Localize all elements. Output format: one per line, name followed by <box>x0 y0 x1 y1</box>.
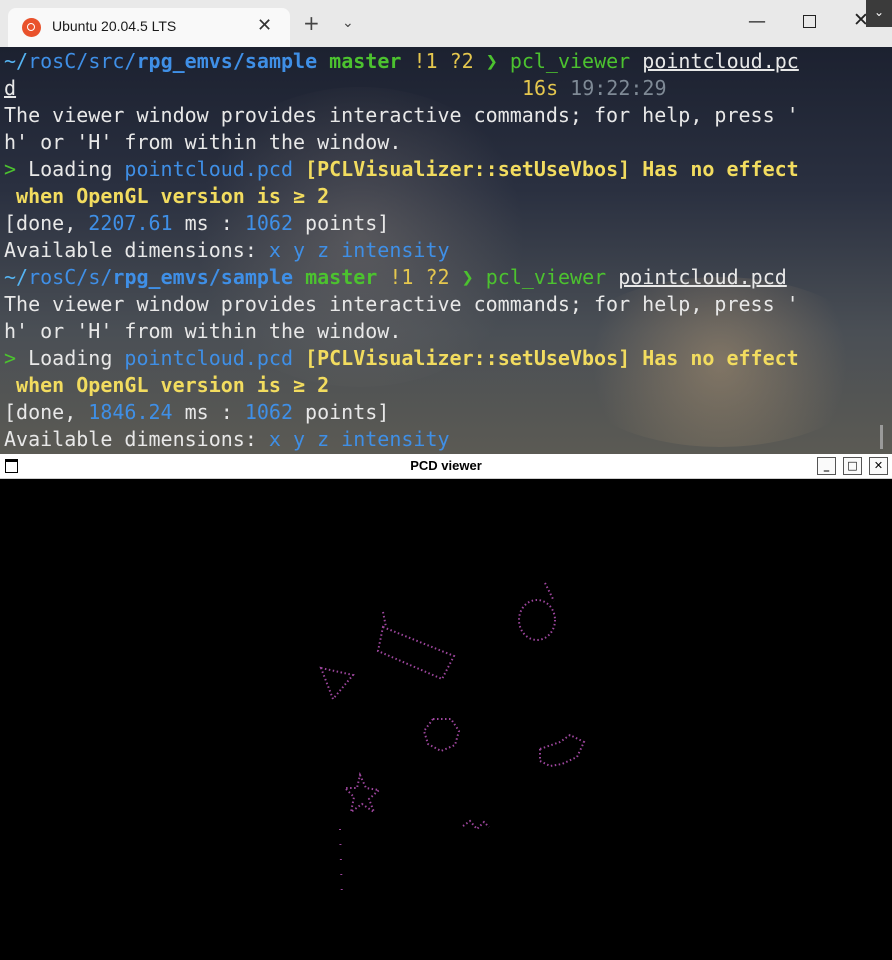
terminal-output[interactable]: ~/rosC/src/rpg_emvs/sample master !1 ?2 … <box>0 47 892 454</box>
point-cloud-blob <box>539 733 586 768</box>
point-cloud-circle <box>518 599 556 641</box>
terminal-scrollbar[interactable] <box>880 425 883 449</box>
point-cloud-triangle <box>319 666 355 701</box>
point-cloud-render <box>319 582 586 900</box>
prompt-line: ~/rosC/src/rpg_emvs/sample master !1 ?2 … <box>4 49 799 73</box>
output-line: Available dimensions: x y z intensity <box>4 427 450 451</box>
window-minimize-button[interactable]: — <box>748 11 766 32</box>
output-line: > Loading pointcloud.pcd [PCLVisualizer:… <box>4 157 799 181</box>
pcd-viewer-title: PCD viewer <box>410 458 482 473</box>
output-line: h' or 'H' from within the window. <box>4 130 402 154</box>
window-maximize-button[interactable] <box>803 15 816 28</box>
point-cloud-circle <box>544 582 555 602</box>
point-cloud-viewport[interactable] <box>0 479 892 956</box>
output-line: h' or 'H' from within the window. <box>4 319 402 343</box>
point-cloud-rectangle <box>382 611 387 628</box>
prompt-duration: 16s 19:22:29 <box>522 76 667 100</box>
output-line: when OpenGL version is ≥ 2 <box>4 373 330 397</box>
tab-close-icon[interactable]: ✕ <box>257 16 272 36</box>
prompt-line: ~/rosC/s/rpg_emvs/sample master !1 ?2 ❯ … <box>4 265 787 289</box>
point-cloud-noise <box>339 828 343 900</box>
output-line: The viewer window provides interactive c… <box>4 103 799 127</box>
output-line: [done, 1846.24 ms : 1062 points] <box>4 400 390 424</box>
output-line: [done, 2207.61 ms : 1062 points] <box>4 211 390 235</box>
terminal-tab[interactable]: Ubuntu 20.04.5 LTS ✕ <box>8 8 290 47</box>
pcd-close-button[interactable]: ✕ <box>869 457 888 475</box>
point-cloud-wave <box>462 819 490 831</box>
output-line: The viewer window provides interactive c… <box>4 292 799 316</box>
output-line: Available dimensions: x y z intensity <box>4 238 450 262</box>
tab-dropdown-icon[interactable]: ⌄ <box>342 15 354 31</box>
output-line: when OpenGL version is ≥ 2 <box>4 184 330 208</box>
ubuntu-icon <box>22 18 41 37</box>
output-line: > Loading pointcloud.pcd [PCLVisualizer:… <box>4 346 799 370</box>
point-cloud-rectangle <box>376 625 456 681</box>
pcd-maximize-button[interactable]: □ <box>843 457 862 475</box>
point-cloud-star <box>342 771 382 815</box>
terminal-tab-bar: Ubuntu 20.04.5 LTS ✕ + ⌄ — ✕ ⌄ <box>0 0 892 47</box>
pcd-viewer-titlebar[interactable]: PCD viewer _ □ ✕ <box>0 454 892 479</box>
pcd-minimize-button[interactable]: _ <box>817 457 836 475</box>
prompt-line-wrap: d <box>4 76 17 100</box>
new-tab-button[interactable]: + <box>303 13 320 33</box>
corner-chevron-icon[interactable]: ⌄ <box>866 0 892 27</box>
point-cloud-octagon <box>422 718 461 753</box>
tab-title: Ubuntu 20.04.5 LTS <box>52 18 177 34</box>
